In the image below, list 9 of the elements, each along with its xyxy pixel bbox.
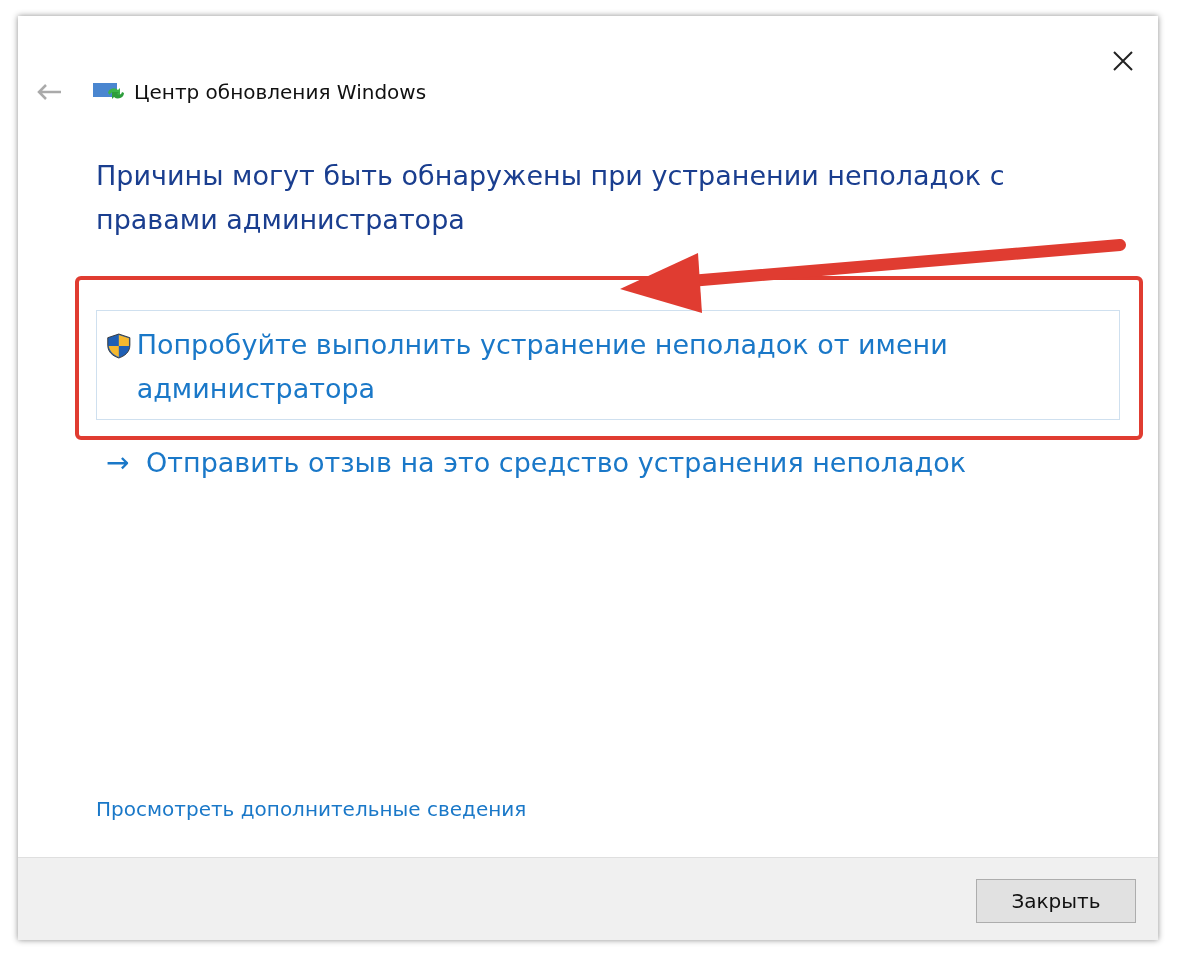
window-title: Центр обновления Windows bbox=[134, 80, 427, 104]
close-button[interactable]: Закрыть bbox=[976, 879, 1136, 923]
details-link[interactable]: Просмотреть дополнительные сведения bbox=[96, 797, 527, 821]
arrow-glyph: → bbox=[106, 446, 131, 479]
close-icon[interactable] bbox=[1112, 50, 1134, 72]
shield-icon bbox=[105, 331, 133, 361]
run-as-admin-option[interactable]: Попробуйте выполнить устранение неполадок от имени администратора bbox=[96, 310, 1120, 420]
heading: Причины могут быть обнаружены при устранении неполадок с правами администратора bbox=[96, 159, 1006, 237]
feedback-link[interactable]: Отправить отзыв на это средство устранения неполадок bbox=[146, 447, 966, 478]
